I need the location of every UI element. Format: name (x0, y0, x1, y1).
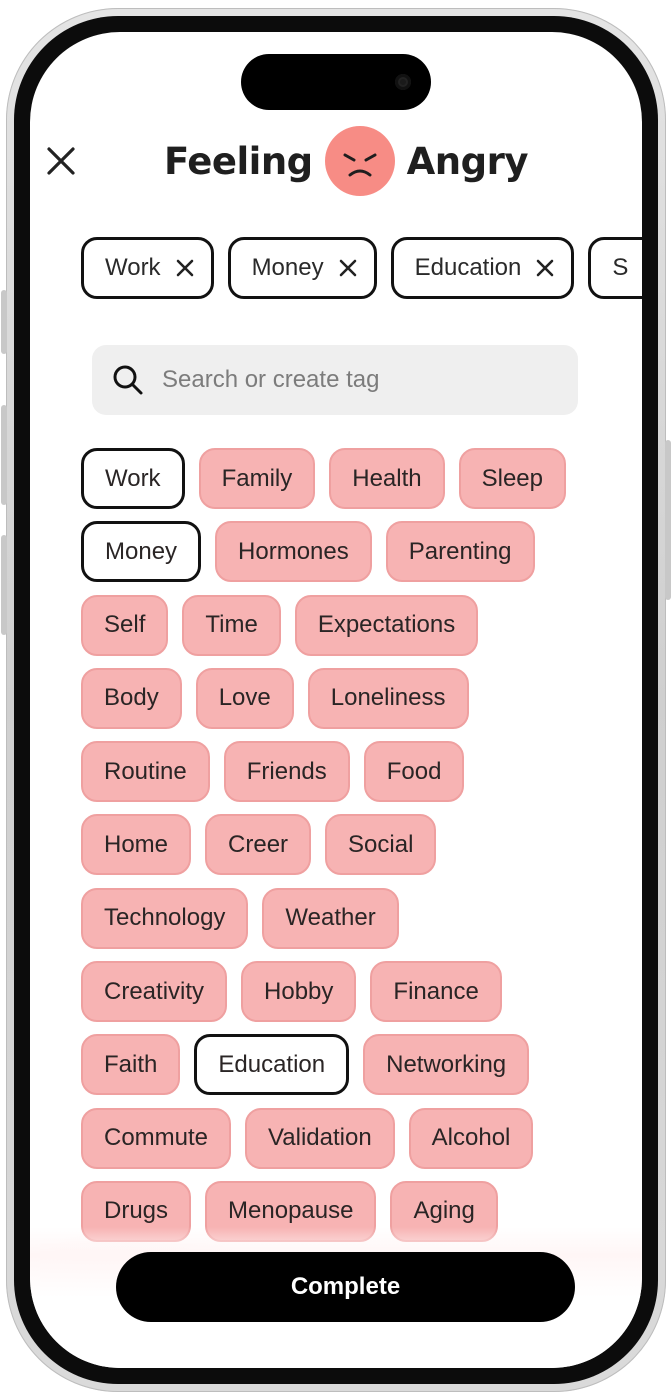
angry-face-icon (324, 126, 395, 196)
page-title: Feeling Angry (30, 124, 642, 198)
tag-sleep[interactable]: Sleep (458, 448, 566, 509)
tag-hormones[interactable]: Hormones (215, 521, 372, 583)
selected-tag-label: Money (251, 254, 324, 281)
selected-tag-label: S (612, 254, 629, 281)
power-button (665, 440, 671, 600)
tag-loneliness[interactable]: Loneliness (307, 667, 469, 729)
selected-tag-chip[interactable]: Money (227, 237, 377, 299)
tag-row: Routine Friends Food (81, 741, 601, 803)
tag-row: Creativity Hobby Finance (81, 961, 601, 1023)
app-screen: Feeling Angry WorkMoneyEducationS WorkFa… (30, 32, 642, 1368)
tag-parenting[interactable]: Parenting (385, 521, 535, 583)
tag-networking[interactable]: Networking (363, 1034, 530, 1096)
tag-row: Commute Validation Alcohol (81, 1107, 601, 1170)
selected-tag-label: Work (105, 254, 161, 281)
tag-creer[interactable]: Creer (205, 814, 312, 876)
tag-faith[interactable]: Faith (81, 1034, 181, 1096)
title-feeling: Feeling (164, 139, 313, 183)
tag-health[interactable]: Health (329, 448, 445, 509)
remove-tag-icon[interactable] (338, 258, 358, 278)
tag-technology[interactable]: Technology (81, 887, 249, 949)
complete-button[interactable]: Complete (116, 1252, 575, 1322)
tag-education[interactable]: Education (194, 1034, 350, 1096)
tag-body[interactable]: Body (81, 667, 182, 729)
title-mood: Angry (406, 139, 529, 183)
tag-self[interactable]: Self (81, 594, 169, 656)
tag-row: Money Hormones Parenting (81, 521, 601, 583)
tag-list: Work Family Health Sleep Money Hormones Parent… (81, 448, 601, 1254)
tag-hobby[interactable]: Hobby (241, 961, 357, 1023)
tag-home[interactable]: Home (81, 814, 192, 876)
tag-family[interactable]: Family (198, 448, 316, 509)
tag-row: Body Love Loneliness (81, 667, 601, 730)
search-icon (113, 365, 143, 395)
tag-validation[interactable]: Validation (245, 1107, 395, 1169)
selected-tag-chip[interactable]: Work (81, 237, 214, 299)
tag-routine[interactable]: Routine (81, 741, 210, 803)
tag-weather[interactable]: Weather (262, 887, 399, 949)
remove-tag-icon[interactable] (535, 258, 555, 278)
selected-tags-row: Work Money Education S (81, 237, 642, 299)
tag-work[interactable]: Work (81, 448, 185, 509)
tag-commute[interactable]: Commute (81, 1107, 232, 1169)
camera-icon (395, 74, 411, 90)
volume-down-button (1, 535, 7, 635)
tag-food[interactable]: Food (363, 741, 465, 803)
selected-tag-label: Education (414, 254, 522, 281)
action-button (1, 290, 7, 354)
search-input[interactable] (162, 366, 542, 394)
tag-love[interactable]: Love (195, 667, 294, 729)
tag-friends[interactable]: Friends (223, 741, 350, 803)
tag-time[interactable]: Time (182, 594, 281, 656)
tag-row: Work Family Health Sleep (81, 448, 601, 510)
dynamic-island (241, 54, 431, 110)
tag-row: Faith Education Networking (81, 1034, 601, 1096)
tag-social[interactable]: Social (325, 814, 437, 876)
tag-money[interactable]: Money (81, 521, 202, 583)
tag-finance[interactable]: Finance (370, 961, 502, 1023)
selected-tag-chip[interactable]: Education (390, 237, 575, 299)
search-bar[interactable] (92, 345, 578, 415)
tag-expectations[interactable]: Expectations (294, 594, 479, 656)
tag-row: Self Time Expectations (81, 594, 601, 657)
selected-tag-chip[interactable]: S (588, 237, 642, 299)
tag-row: Home Creer Social (81, 814, 601, 876)
tag-alcohol[interactable]: Alcohol (408, 1107, 534, 1169)
volume-up-button (1, 405, 7, 505)
tag-creativity[interactable]: Creativity (81, 961, 228, 1023)
tag-row: Technology Weather (81, 887, 601, 950)
remove-tag-icon[interactable] (175, 258, 195, 278)
